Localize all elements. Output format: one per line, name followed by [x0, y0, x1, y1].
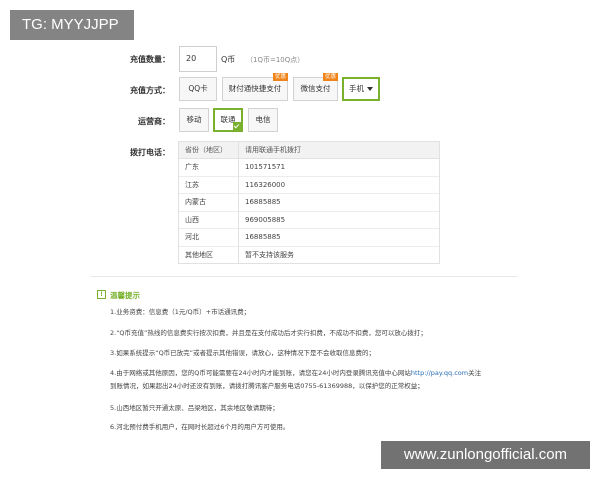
number-cell: 暂不支持该服务 — [238, 245, 440, 264]
payment-option-label: QQ卡 — [188, 84, 208, 93]
carrier-option-telecom[interactable]: 电信 — [248, 108, 278, 132]
number-cell: 969005885 — [238, 210, 440, 229]
payment-option-label: 微信支付 — [300, 84, 331, 93]
number-cell: 116326000 — [238, 175, 440, 194]
table-header-row: 省份（地区） 请用联通手机拨打 — [178, 141, 440, 159]
section-divider — [90, 276, 518, 277]
dial-phone-label: 拨打电话： — [130, 148, 170, 157]
carrier-option-mobile[interactable]: 移动 — [179, 108, 209, 132]
region-cell: 内蒙古 — [178, 193, 239, 211]
payment-option-wechat[interactable]: 微信支付 优惠 — [293, 73, 338, 101]
region-cell: 山西 — [178, 210, 239, 229]
amount-input[interactable]: 20 — [179, 46, 217, 72]
tip-item-text: 关注 — [468, 369, 482, 377]
region-cell: 其他地区 — [178, 245, 239, 264]
chevron-down-icon — [367, 87, 373, 91]
amount-unit: Q币 — [221, 55, 236, 64]
column-header-number: 请用联通手机拨打 — [238, 141, 440, 159]
tip-item: 3.如果系统提示“Q币已放完”或者提示其他错误，请放心，这种情况下是不会收取信息… — [110, 349, 376, 357]
tip-item-text: 4.由于网络或其他原因，您的Q币可能需要在24小时内才能到账，请您在24小时内登… — [110, 369, 411, 377]
table-row: 其他地区 暂不支持该服务 — [178, 245, 440, 264]
amount-rate-note: （1Q币=10Q点） — [246, 56, 305, 64]
watermark-banner: www.zunlongofficial.com — [381, 441, 590, 469]
number-cell: 16885885 — [238, 228, 440, 246]
tip-item: 4.由于网络或其他原因，您的Q币可能需要在24小时内才能到账，请您在24小时内登… — [110, 367, 481, 379]
payment-option-mobile-dropdown[interactable]: 手机 — [342, 77, 380, 101]
tip-item: 1.业务资费：信息费（1元/Q币）+市话通讯费； — [110, 308, 251, 316]
tip-item: 5.山西地区暂只开通太原、吕梁地区，其余地区敬请期待； — [110, 404, 279, 412]
info-icon: ! — [97, 290, 106, 299]
carrier-label: 运营商： — [138, 117, 170, 126]
region-cell: 江苏 — [178, 175, 239, 194]
region-cell: 河北 — [178, 228, 239, 246]
table-row: 内蒙古 16885885 — [178, 193, 440, 211]
amount-label: 充值数量： — [130, 55, 170, 64]
region-cell: 广东 — [178, 158, 239, 176]
number-cell: 101571571 — [238, 158, 440, 176]
discount-badge: 优惠 — [272, 73, 288, 81]
payment-option-qq-card[interactable]: QQ卡 — [179, 77, 217, 101]
tip-item: 6.河北预付费手机用户，在网时长超过6个月的用户方可使用。 — [110, 423, 290, 431]
dial-number-table: 省份（地区） 请用联通手机拨打 广东 101571571 江苏 11632600… — [178, 141, 440, 264]
payment-option-tenpay[interactable]: 财付通快捷支付 优惠 — [222, 73, 288, 101]
pay-center-link[interactable]: http://pay.qq.com — [411, 369, 468, 377]
check-icon — [233, 122, 241, 130]
payment-option-label: 财付通快捷支付 — [228, 84, 282, 93]
payment-method-label: 充值方式： — [130, 86, 170, 95]
carrier-option-label: 电信 — [255, 115, 271, 124]
number-cell: 16885885 — [238, 193, 440, 211]
column-header-region: 省份（地区） — [178, 141, 239, 159]
tips-title: 温馨提示 — [110, 291, 140, 300]
tg-tag-overlay: TG: MYYJJPP — [10, 10, 134, 40]
table-row: 江苏 116326000 — [178, 175, 440, 194]
discount-badge: 优惠 — [322, 73, 338, 81]
tip-item: 到账情况，如果超出24小时还没有到账，请拨打腾讯客户服务电话0755-61369… — [110, 382, 424, 390]
tip-item: 2.“Q币充值”热线的信息费实行按次扣费，并且是在支付成功后才实行扣费，不成功不… — [110, 329, 427, 337]
payment-option-label: 手机 — [349, 84, 364, 93]
table-row: 广东 101571571 — [178, 158, 440, 176]
table-row: 河北 16885885 — [178, 228, 440, 246]
table-row: 山西 969005885 — [178, 210, 440, 229]
carrier-option-unicom[interactable]: 联通 — [213, 108, 243, 132]
carrier-option-label: 移动 — [186, 115, 202, 124]
